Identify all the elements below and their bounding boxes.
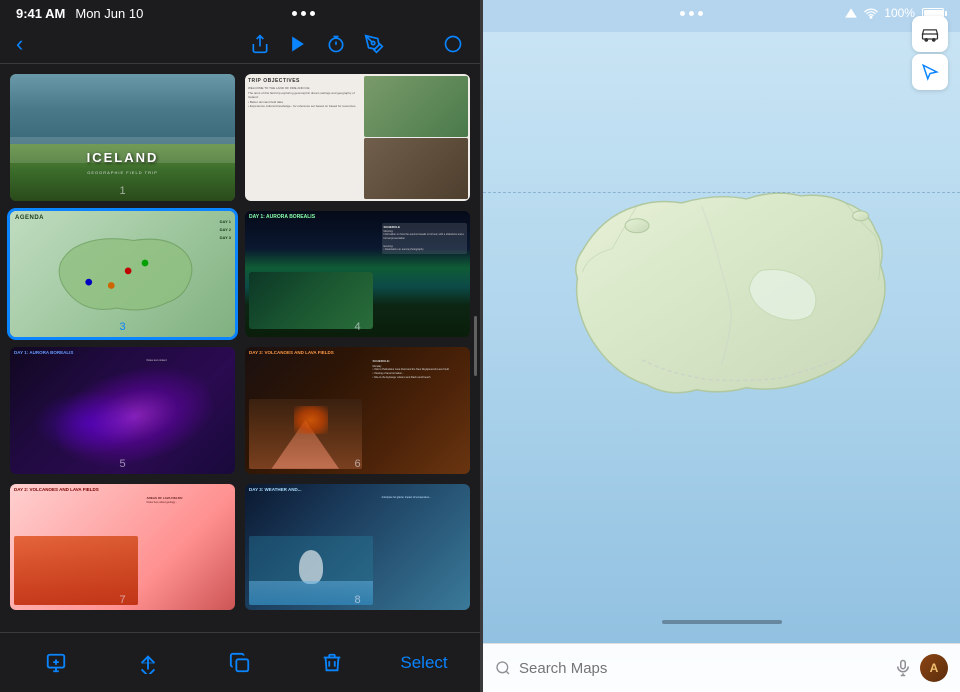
move-slide-button[interactable] <box>102 652 194 674</box>
maps-panel: Arctic Circle Iceland Sea ICELAND Akurey… <box>483 0 960 692</box>
maps-dot-1 <box>680 11 685 16</box>
maps-search-bar[interactable]: A <box>483 643 960 692</box>
slide-4[interactable]: DAY 1: AURORA BOREALIS SCHEDULE Morning:… <box>245 211 470 338</box>
slide-2-img-1 <box>364 76 468 137</box>
share-icon[interactable] <box>250 34 270 54</box>
add-slide-button[interactable] <box>10 652 102 674</box>
status-time: 9:41 AM <box>16 6 65 21</box>
shapes-icon[interactable] <box>402 34 424 54</box>
home-indicator-maps <box>662 620 782 624</box>
slide-5-body: Notes text content <box>147 359 233 363</box>
slide-3-day2: DAY 2 <box>220 227 231 232</box>
slide-4-title: DAY 1: AURORA BOREALIS <box>249 214 315 220</box>
slide-7-title: DAY 2: VOLCANOES AND LAVA FIELDS <box>14 487 99 492</box>
slide-6-lava <box>294 406 328 434</box>
slide-6[interactable]: DAY 2: VOLCANOES AND LAVA FIELDS SCHEDUL… <box>245 347 470 474</box>
slides-container[interactable]: ICELAND GEOGRAPHIE FIELD TRIP 1 TRIP OBJ… <box>0 64 480 632</box>
keynote-status-bar: 9:41 AM Mon Jun 10 <box>0 0 480 25</box>
slide-3-number: 3 <box>119 321 125 333</box>
maps-dot-3 <box>698 11 703 16</box>
status-dot-1 <box>292 11 297 16</box>
slide-6-number: 6 <box>354 458 360 470</box>
timer-icon[interactable] <box>326 34 346 54</box>
toolbar-right <box>250 34 464 54</box>
slide-3[interactable]: AGENDA DAY 1 DAY 2 <box>10 211 235 338</box>
user-avatar[interactable]: A <box>920 654 948 682</box>
slide-5-title: DAY 1: AURORA BOREALIS <box>14 350 145 355</box>
car-mode-button[interactable] <box>912 16 948 52</box>
status-dot-2 <box>301 11 306 16</box>
microphone-icon[interactable] <box>894 659 912 677</box>
slide-5-glow2 <box>33 391 146 454</box>
slide-3-day1: DAY 1 <box>220 219 231 224</box>
slide-2-img-2 <box>364 138 468 199</box>
slide-7-number: 7 <box>119 594 125 606</box>
keynote-toolbar: ‹ <box>0 25 480 64</box>
slide-8-body: Anticipate for glacier impact of tempera… <box>382 496 468 500</box>
slide-7-body: AREAS OF LAVA FIELDS: Notes here about g… <box>147 496 233 505</box>
search-icon <box>495 660 511 676</box>
slide-3-day3: DAY 3 <box>220 235 231 240</box>
map-buttons <box>912 16 948 90</box>
scroll-indicator <box>474 316 477 376</box>
search-maps-input[interactable] <box>519 660 886 677</box>
slide-1-title: ICELAND <box>87 150 159 165</box>
delete-slide-button[interactable] <box>286 652 378 674</box>
slide-1-subtitle: GEOGRAPHIE FIELD TRIP <box>87 170 158 175</box>
slide-2-body: WELCOME TO THE LAND OF FIRE AND ICEThe a… <box>248 86 357 109</box>
slide-5-number: 5 <box>119 458 125 470</box>
location-button[interactable] <box>912 54 948 90</box>
slide-4-schedule-title: SCHEDULE <box>384 225 466 229</box>
maps-dot-2 <box>689 11 694 16</box>
slide-1[interactable]: ICELAND GEOGRAPHIE FIELD TRIP 1 <box>10 74 235 201</box>
battery-label: 100% <box>884 6 915 20</box>
slide-2[interactable]: TRIP OBJECTIVES WELCOME TO THE LAND OF F… <box>245 74 470 201</box>
slide-4-schedule-body: Morning:Information on how the aurora bo… <box>384 230 466 253</box>
map-svg <box>483 0 960 692</box>
slide-4-number: 4 <box>354 321 360 333</box>
keynote-panel: 9:41 AM Mon Jun 10 ‹ <box>0 0 480 692</box>
bottom-toolbar: Select <box>0 632 480 692</box>
status-date: Mon Jun 10 <box>75 6 143 21</box>
draw-icon[interactable] <box>364 34 384 54</box>
play-icon[interactable] <box>288 34 308 54</box>
slide-6-schedule: SCHEDULE: Monday• Visit to Hekludalur La… <box>373 359 468 380</box>
arctic-circle-line <box>483 192 960 193</box>
slide-8[interactable]: DAY 3: WEATHER AND... Anticipate for gla… <box>245 484 470 611</box>
maps-status-bar: 100% <box>483 0 960 24</box>
slide-2-title: TRIP OBJECTIVES <box>248 78 357 84</box>
toolbar-left: ‹ <box>16 31 23 57</box>
status-dots <box>292 11 315 16</box>
slide-8-title: DAY 3: WEATHER AND... <box>249 487 302 492</box>
duplicate-slide-button[interactable] <box>194 652 286 674</box>
select-button[interactable]: Select <box>378 653 470 673</box>
more-icon[interactable] <box>442 34 464 54</box>
slide-8-number: 8 <box>354 594 360 606</box>
slide-2-number: 2 <box>354 185 360 197</box>
maps-dots <box>680 11 703 16</box>
slide-7[interactable]: DAY 2: VOLCANOES AND LAVA FIELDS AREAS O… <box>10 484 235 611</box>
slides-grid: ICELAND GEOGRAPHIE FIELD TRIP 1 TRIP OBJ… <box>10 74 470 610</box>
slide-6-title: DAY 2: VOLCANOES AND LAVA FIELDS <box>249 350 334 355</box>
status-dot-3 <box>310 11 315 16</box>
slide-1-number: 1 <box>119 185 125 197</box>
slide-8-figure <box>299 550 324 585</box>
slide-5[interactable]: DAY 1: AURORA BOREALIS Notes text conten… <box>10 347 235 474</box>
select-label: Select <box>400 653 447 673</box>
back-button[interactable]: ‹ <box>16 31 23 57</box>
